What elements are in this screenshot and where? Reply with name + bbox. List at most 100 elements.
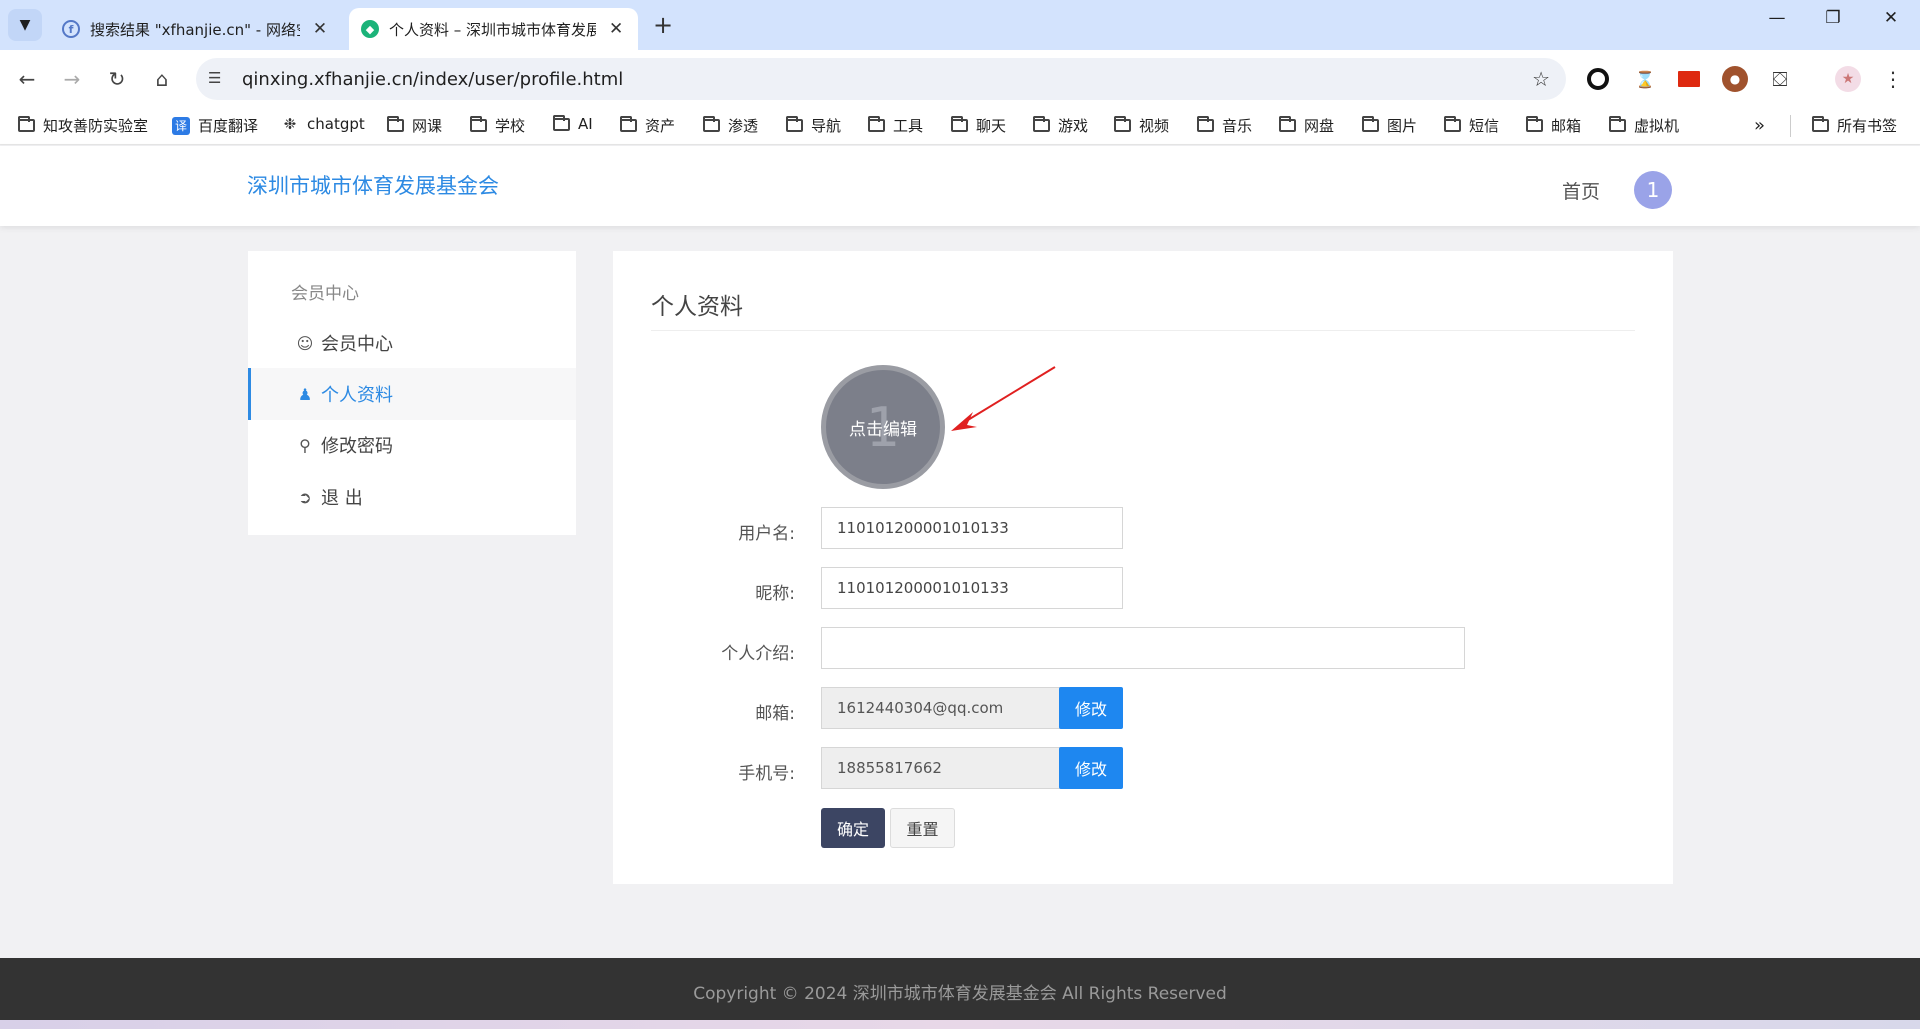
bookmark-label: 视频 (1139, 117, 1170, 135)
back-arrow-icon[interactable]: ← (12, 64, 42, 94)
address-bar[interactable]: ☰ qinxing.xfhanjie.cn/index/user/profile… (196, 58, 1566, 100)
bookmark-item[interactable]: 视频 (1114, 115, 1169, 136)
page-title: 个人资料 (651, 294, 743, 320)
copyright-text: Copyright © 2024 深圳市城市体育发展基金会 All Rights… (693, 984, 1227, 1004)
bookmark-label: 工具 (893, 117, 924, 135)
bookmark-item[interactable]: 聊天 (951, 115, 1006, 136)
bookmark-label: AI (578, 115, 593, 133)
bookmark-item[interactable]: 导航 (786, 115, 841, 136)
site-title-link[interactable]: 深圳市城市体育发展基金会 (247, 170, 499, 200)
confirm-button[interactable]: 确定 (821, 808, 885, 848)
bookmark-item[interactable]: 学校 (470, 115, 525, 136)
bio-label: 个人介绍: (721, 644, 795, 664)
window-close-icon[interactable]: ✕ (1866, 8, 1916, 28)
browser-tab-search[interactable]: f 搜索结果 "xfhanjie.cn" - 网络空间 ✕ (50, 8, 345, 50)
bookmark-item[interactable]: 虚拟机 (1609, 115, 1679, 136)
bookmark-item[interactable]: 短信 (1444, 115, 1499, 136)
modify-email-button[interactable]: 修改 (1059, 687, 1123, 729)
user-avatar[interactable]: 1 (1634, 171, 1672, 209)
bookmark-item[interactable]: 音乐 (1197, 115, 1252, 136)
browser-tab-profile[interactable]: ◆ 个人资料 – 深圳市城市体育发展基金会 ✕ (349, 8, 638, 50)
tab-title: 个人资料 – 深圳市城市体育发展基金会 (389, 20, 597, 39)
forward-arrow-icon[interactable]: → (57, 64, 87, 94)
bio-input[interactable] (821, 627, 1465, 669)
chatgpt-icon: ❉ (283, 115, 297, 133)
bookmark-item[interactable]: ❉ chatgpt (281, 115, 365, 133)
bookmark-label: 所有书签 (1837, 117, 1898, 135)
bookmark-item[interactable]: 网课 (387, 115, 442, 136)
bookmark-label: 音乐 (1222, 117, 1253, 135)
bookmark-item[interactable]: 知攻善防实验室 (18, 115, 148, 136)
username-input[interactable]: 110101200001010133 (821, 507, 1123, 549)
extensions-puzzle-icon[interactable]: ⛋ (1767, 66, 1793, 92)
search-engine-favicon-icon: f (62, 20, 80, 38)
folder-icon (620, 116, 637, 132)
menu-dots-icon[interactable]: ⋮ (1880, 66, 1906, 92)
bookmark-label: 短信 (1469, 117, 1500, 135)
nav-home-link[interactable]: 首页 (1562, 177, 1600, 204)
sidebar-item-member-center[interactable]: ☺ 会员中心 (248, 317, 576, 369)
bookmark-item[interactable]: 渗透 (703, 115, 758, 136)
tab-title: 搜索结果 "xfhanjie.cn" - 网络空间 (90, 20, 300, 39)
browser-toolbar: ← → ↻ ⌂ ☰ qinxing.xfhanjie.cn/index/user… (0, 50, 1920, 107)
bookmark-label: 知攻善防实验室 (43, 117, 149, 135)
bookmarks-bar: 知攻善防实验室 译百度翻译 ❉ chatgpt 网课 学校 AI 资产 渗透 导航… (0, 107, 1920, 145)
bookmark-star-icon[interactable]: ☆ (1532, 67, 1550, 91)
url-text[interactable]: qinxing.xfhanjie.cn/index/user/profile.h… (242, 69, 623, 90)
bookmark-label: 学校 (495, 117, 526, 135)
modify-phone-button[interactable]: 修改 (1059, 747, 1123, 789)
reload-icon[interactable]: ↻ (102, 64, 132, 94)
folder-icon (553, 114, 570, 131)
bookmark-label: 游戏 (1058, 117, 1089, 135)
home-icon[interactable]: ⌂ (147, 64, 177, 94)
folder-icon (1279, 116, 1296, 132)
bookmark-item[interactable]: 图片 (1362, 115, 1417, 136)
reset-button[interactable]: 重置 (890, 808, 955, 848)
sidebar-item-profile[interactable]: ♟ 个人资料 (248, 368, 576, 420)
member-sidebar: 会员中心 ☺ 会员中心 ♟ 个人资料 ⚲ 修改密码 ➲ 退 出 (248, 251, 576, 535)
bookmark-label: 导航 (811, 117, 842, 135)
bookmark-item[interactable]: 网盘 (1279, 115, 1334, 136)
bookmark-label: 邮箱 (1551, 117, 1582, 135)
bookmark-label: 网盘 (1304, 117, 1335, 135)
sign-out-icon: ➲ (298, 487, 312, 507)
restore-icon[interactable]: ❐ (1808, 8, 1858, 28)
all-bookmarks-item[interactable]: 所有书签 (1812, 115, 1897, 136)
email-label: 邮箱: (755, 704, 795, 724)
bookmark-item[interactable]: 工具 (868, 115, 923, 136)
folder-icon (1362, 116, 1379, 132)
sidebar-item-label: 个人资料 (321, 385, 393, 406)
bookmark-label: 百度翻译 (198, 117, 259, 135)
more-bookmarks-chevron-icon[interactable]: » (1754, 115, 1765, 136)
title-divider (651, 330, 1635, 331)
nickname-input[interactable]: 110101200001010133 (821, 567, 1123, 609)
site-info-icon[interactable]: ☰ (208, 69, 221, 87)
profile-avatar-icon[interactable]: ★ (1835, 66, 1861, 92)
tab-search-button[interactable]: ▼ (8, 9, 42, 41)
bookmark-label: chatgpt (307, 115, 365, 133)
username-label: 用户名: (738, 524, 795, 544)
user-circle-icon: ☺ (296, 333, 314, 353)
bookmark-item[interactable]: 资产 (620, 115, 675, 136)
minimize-icon[interactable]: — (1752, 8, 1802, 28)
folder-icon (1444, 116, 1461, 132)
sidebar-item-logout[interactable]: ➲ 退 出 (248, 471, 576, 523)
cookie-icon[interactable]: ● (1722, 66, 1748, 92)
new-tab-plus-icon[interactable]: + (650, 11, 676, 39)
profile-avatar-upload[interactable]: 1 点击编辑 (821, 365, 945, 489)
bookmark-label: 虚拟机 (1634, 117, 1680, 135)
extension-hourglass-icon[interactable]: ⌛ (1632, 66, 1658, 92)
bookmark-item[interactable]: AI (553, 114, 593, 133)
bookmarks-divider (1790, 115, 1791, 137)
bookmark-item[interactable]: 译百度翻译 (172, 115, 258, 136)
bookmark-item[interactable]: 游戏 (1033, 115, 1088, 136)
close-icon[interactable]: ✕ (310, 19, 330, 39)
folder-icon (786, 116, 803, 132)
key-icon: ⚲ (299, 435, 311, 455)
bookmark-item[interactable]: 邮箱 (1526, 115, 1581, 136)
close-icon[interactable]: ✕ (606, 19, 626, 39)
china-flag-icon[interactable] (1678, 71, 1700, 87)
extension-circle-icon[interactable] (1587, 68, 1609, 90)
chevron-down-icon: ▼ (19, 17, 31, 33)
sidebar-item-change-password[interactable]: ⚲ 修改密码 (248, 419, 576, 471)
